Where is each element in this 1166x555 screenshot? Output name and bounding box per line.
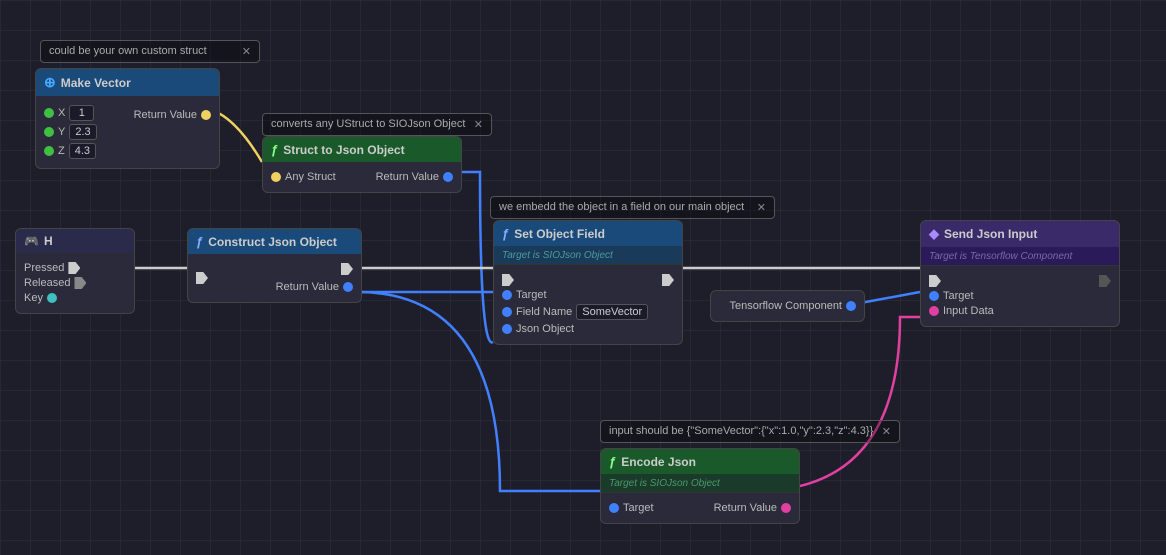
pin-row-return-value: Return Value: [134, 109, 211, 121]
construct-json-header: ƒ Construct Json Object: [188, 229, 361, 254]
set-field-name: Field Name SomeVector: [502, 304, 648, 320]
pin-key-output[interactable]: [47, 293, 57, 303]
send-exec-out: [1099, 275, 1111, 287]
pin-released-exec[interactable]: [74, 277, 86, 289]
comment-input: input should be {"SomeVector":{"x":1.0,"…: [600, 420, 900, 443]
send-target: Target: [929, 290, 994, 302]
blueprint-canvas: ⬡ could be your own custom struct ✕: [0, 0, 1166, 555]
construct-exec-out: [341, 263, 353, 275]
pin-tensorflow[interactable]: [846, 301, 856, 311]
h-input-node: 🎮 H Pressed Released Key: [15, 228, 135, 314]
pin-row-x: X 1: [44, 105, 97, 121]
encode-json-node: ƒ Encode Json Target is SIOJson Object T…: [600, 448, 800, 524]
set-object-field-node: ƒ Set Object Field Target is SIOJson Obj…: [493, 220, 683, 345]
struct-to-json-header: ƒ Struct to Json Object: [263, 137, 461, 162]
comment-converts: converts any UStruct to SIOJson Object ✕: [262, 113, 492, 136]
encode-json-header: ƒ Encode Json: [601, 449, 799, 474]
set-object-field-header: ƒ Set Object Field: [494, 221, 682, 246]
pin-any-struct: Any Struct: [271, 171, 336, 183]
pin-construct-exec-in[interactable]: [196, 272, 208, 284]
make-vector-header: ⊕ Make Vector: [36, 69, 219, 96]
tensorflow-node: Tensorflow Component: [710, 290, 865, 322]
pin-send-exec-in[interactable]: [929, 275, 941, 287]
pin-released: Released: [24, 277, 126, 289]
send-json-header: ◆ Send Json Input: [921, 221, 1119, 247]
pin-set-exec-in[interactable]: [502, 274, 514, 286]
pin-return-value-right: Return Value: [376, 171, 453, 183]
pin-send-exec-out[interactable]: [1099, 275, 1111, 287]
pin-row-y: Y 2.3: [44, 124, 97, 140]
set-target: Target: [502, 289, 648, 301]
pin-set-json-object[interactable]: [502, 324, 512, 334]
comment-embedd: we embedd the object in a field on our m…: [490, 196, 775, 219]
pin-x-input[interactable]: [44, 108, 54, 118]
encode-target: Target: [609, 502, 654, 514]
send-exec-in: [929, 275, 994, 287]
struct-to-json-node: ƒ Struct to Json Object Any Struct Retur…: [262, 136, 462, 193]
make-vector-body: X 1 Y 2.3 Z 4.3 Re: [36, 96, 219, 168]
pin-send-input-data[interactable]: [929, 306, 939, 316]
pin-construct-exec-out[interactable]: [341, 263, 353, 275]
comment-custom-struct: could be your own custom struct ✕: [40, 40, 260, 63]
send-json-input-node: ◆ Send Json Input Target is Tensorflow C…: [920, 220, 1120, 327]
pin-set-exec-out[interactable]: [662, 274, 674, 286]
pin-set-field-name[interactable]: [502, 307, 512, 317]
h-header: 🎮 H: [16, 229, 134, 253]
encode-return: Return Value: [714, 502, 791, 514]
set-json-object: Json Object: [502, 323, 648, 335]
pin-encode-return[interactable]: [781, 503, 791, 513]
pin-z-input[interactable]: [44, 146, 54, 156]
set-exec-in: [502, 274, 648, 286]
make-vector-node: ⊕ Make Vector X 1 Y 2.3: [35, 68, 220, 169]
construct-return: Return Value: [276, 281, 353, 293]
pin-return-yellow[interactable]: [201, 110, 211, 120]
pin-construct-return[interactable]: [343, 282, 353, 292]
pin-y-input[interactable]: [44, 127, 54, 137]
pin-any-struct-input[interactable]: [271, 172, 281, 182]
construct-json-node: ƒ Construct Json Object Return Value: [187, 228, 362, 303]
pin-key: Key: [24, 292, 126, 304]
send-input-data: Input Data: [929, 305, 994, 317]
pin-return-blue[interactable]: [443, 172, 453, 182]
pin-encode-target[interactable]: [609, 503, 619, 513]
tensorflow-pin: Tensorflow Component: [719, 300, 856, 312]
pin-send-target[interactable]: [929, 291, 939, 301]
construct-exec-in: [196, 272, 208, 284]
pin-row-z: Z 4.3: [44, 143, 97, 159]
pin-set-target[interactable]: [502, 290, 512, 300]
pin-pressed: Pressed: [24, 262, 126, 274]
set-exec-out: [662, 274, 674, 286]
pin-pressed-exec[interactable]: [68, 262, 80, 274]
